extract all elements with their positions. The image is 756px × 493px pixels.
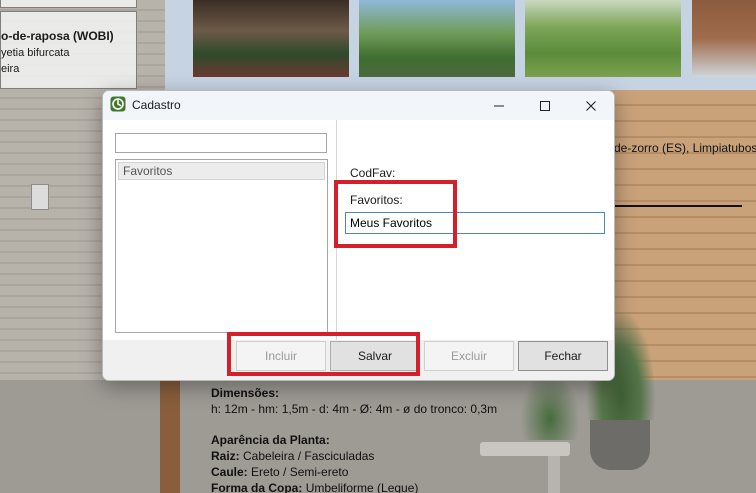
crown-label: Forma da Copa:: [211, 481, 303, 493]
stem-label: Caule:: [211, 465, 248, 479]
minimize-icon: [494, 105, 504, 106]
plant-photo-3[interactable]: [525, 0, 681, 77]
minimize-button[interactable]: [476, 91, 522, 120]
root-label: Raiz:: [211, 449, 240, 463]
codfav-label: CodFav:: [350, 166, 396, 180]
background-pot: [590, 420, 650, 470]
list-pane: Favoritos: [103, 120, 336, 340]
maximize-icon: [540, 100, 550, 111]
close-button[interactable]: [568, 91, 614, 120]
stem-value: Ereto / Semi-ereto: [251, 465, 349, 479]
highlight-favoritos-field: [334, 180, 457, 248]
list-item[interactable]: Favoritos: [118, 162, 325, 180]
plant-card-family: eira: [1, 63, 20, 75]
plant-card-scientific-name: yetia bifurcata: [1, 47, 70, 59]
section-divider: [612, 205, 742, 207]
app-icon: [110, 96, 126, 112]
dialog-titlebar[interactable]: Cadastro: [103, 91, 614, 120]
fechar-button[interactable]: Fechar: [518, 341, 608, 371]
excluir-button[interactable]: Excluir: [424, 341, 514, 371]
plant-card-previous[interactable]: [0, 0, 137, 8]
crown-value: Umbeliforme (Leque): [305, 481, 419, 493]
plant-details: Dimensões: h: 12m - hm: 1,5m - d: 4m - Ø…: [211, 385, 497, 493]
common-names-text: de-zorro (ES), Limpiatubos: [614, 141, 756, 155]
plant-photo-1[interactable]: [193, 0, 349, 77]
plant-photo-4[interactable]: [692, 0, 756, 77]
background-bench-leg: [548, 456, 560, 493]
dimensions-value: h: 12m - hm: 1,5m - d: 4m - Ø: 4m - ø do…: [211, 402, 498, 416]
search-input[interactable]: [115, 133, 327, 153]
favorites-listbox[interactable]: Favoritos: [115, 159, 328, 333]
appearance-label: Aparência da Planta:: [211, 433, 330, 447]
maximize-button[interactable]: [522, 91, 568, 120]
close-icon: [586, 100, 596, 111]
dimensions-label: Dimensões:: [211, 386, 280, 400]
plant-card[interactable]: o-de-raposa (WOBI) yetia bifurcata eira: [0, 11, 137, 89]
background-wall-socket: [31, 184, 49, 210]
dialog-title: Cadastro: [132, 98, 181, 112]
background-pillar: [160, 380, 180, 493]
root-value: Cabeleira / Fasciculadas: [243, 449, 375, 463]
plant-photo-2[interactable]: [359, 0, 515, 77]
plant-card-title: o-de-raposa (WOBI): [1, 29, 114, 43]
highlight-incluir-salvar-buttons: [227, 332, 420, 376]
